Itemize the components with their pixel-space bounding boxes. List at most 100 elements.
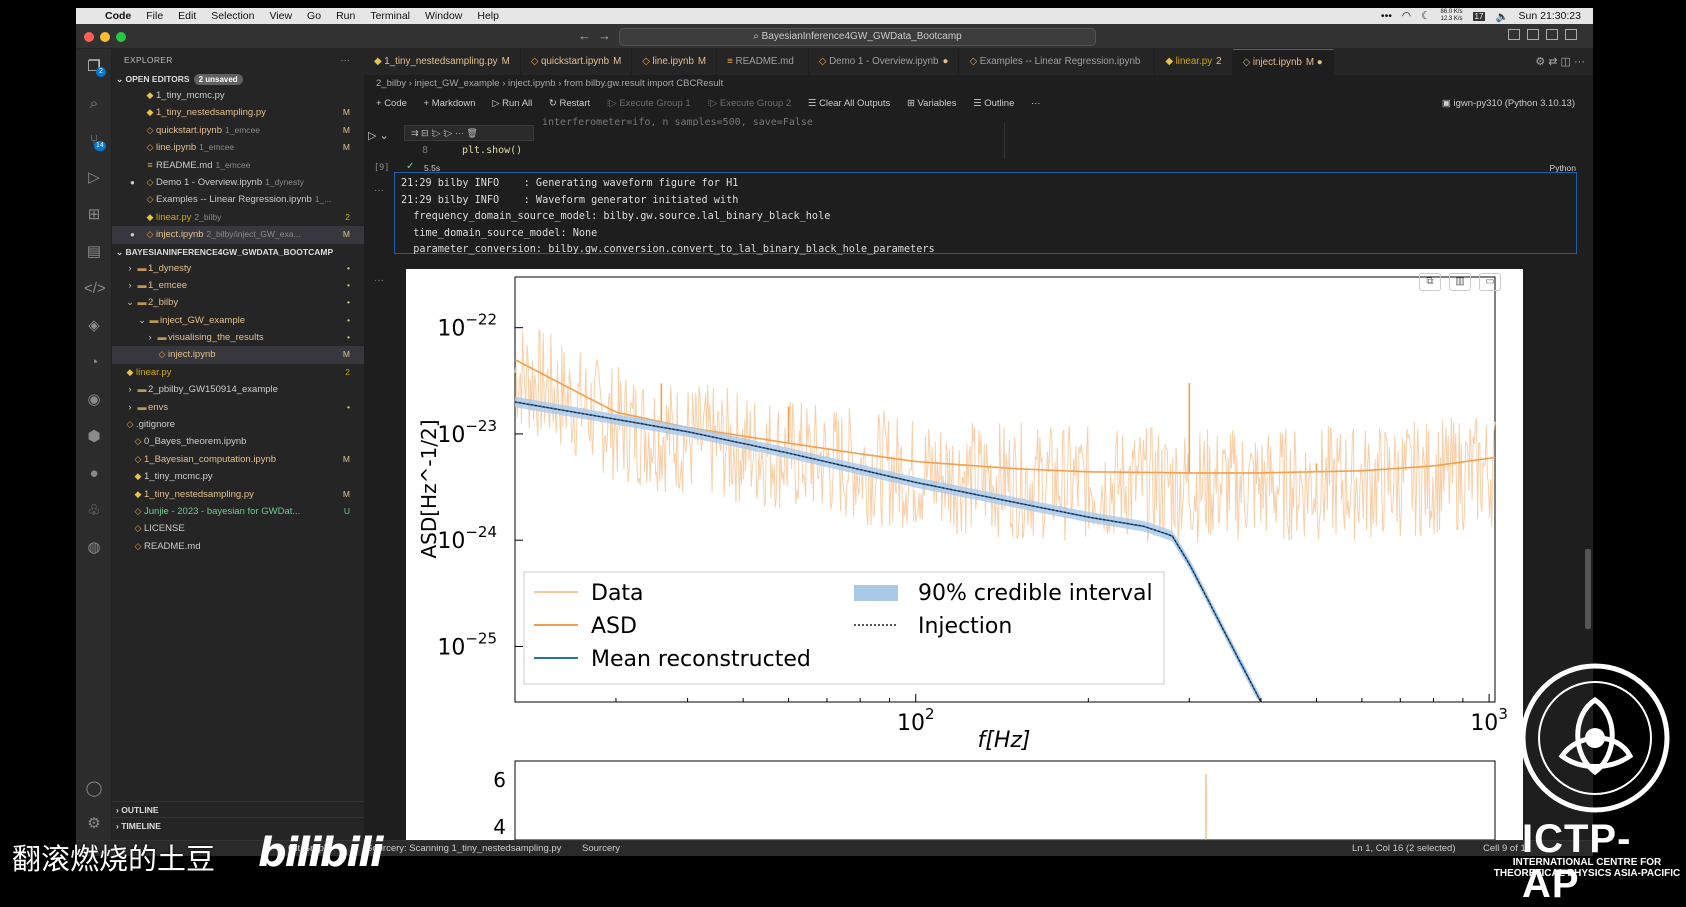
back-arrow-icon[interactable]: ← [578, 28, 591, 43]
tree-item[interactable]: › ▬ 1_emcee • [112, 277, 364, 294]
menu-go[interactable]: Go [307, 10, 321, 22]
tree-item[interactable]: ⌄ ▬ 2_bilby • [112, 294, 364, 311]
close-window-button[interactable] [84, 32, 94, 42]
add-code-button[interactable]: + Code [376, 98, 407, 109]
status-sourcery-scan[interactable]: Sourcery: Scanning 1_tiny_nestedsampling… [366, 841, 561, 856]
open-editor-item[interactable]: ◇ Demo 1 - Overview.ipynb 1_dynesty ● [112, 174, 364, 191]
menu-edit[interactable]: Edit [178, 10, 196, 22]
tree-item[interactable]: ◇ 1_Bayesian_computation.ipynb M [112, 451, 364, 468]
breadcrumb-subfolder[interactable]: inject_GW_example [415, 78, 500, 89]
run-all-button[interactable]: ▷ Run All [492, 98, 532, 109]
kernel-picker[interactable]: ▣ igwn-py310 (Python 3.10.13) [1442, 93, 1575, 115]
editor-tab[interactable]: ◆ 1_tiny_nestedsampling.py M [364, 49, 521, 75]
output-more-icon-2[interactable]: ··· [374, 275, 384, 286]
editor-tab[interactable]: ◇ inject.ipynb M ● [1232, 49, 1334, 75]
timeline-icon[interactable]: ◔ [84, 353, 104, 373]
menu-selection[interactable]: Selection [211, 10, 254, 22]
breadcrumb-file[interactable]: inject.ipynb [508, 78, 556, 89]
hexagon-icon[interactable]: ⬢ [84, 427, 104, 447]
code-cell[interactable]: ▷ ⌄ ⇉ ⊟ ⁞▷ ⁞▷ ··· 🗑 interferometer=ifo, … [368, 117, 1576, 173]
menu-run[interactable]: Run [336, 10, 355, 22]
tree-item[interactable]: › ▬ envs • [112, 399, 364, 416]
tree-item[interactable]: ◆ linear.py 2 [112, 364, 364, 381]
git-graph-icon[interactable]: ◉ [84, 390, 104, 410]
open-editor-item[interactable]: ◆ 1_tiny_nestedsampling.py M [112, 104, 364, 121]
forward-arrow-icon[interactable]: → [598, 28, 611, 43]
menu-help[interactable]: Help [477, 10, 499, 22]
customize-layout-icon[interactable] [1565, 29, 1577, 40]
editor-tab[interactable]: ◇ Examples -- Linear Regression.ipynb [959, 49, 1156, 75]
open-editor-item[interactable]: ◆ linear.py 2_bilby 2 [112, 209, 364, 226]
volume-icon[interactable]: 🔈 [1495, 10, 1508, 23]
settings-icon[interactable]: ⚙ [1535, 56, 1545, 68]
open-editor-item[interactable]: ≡ README.md 1_emcee [112, 157, 364, 174]
add-markdown-button[interactable]: + Markdown [424, 98, 476, 109]
editor-tab[interactable]: ≡ README.md [717, 49, 809, 75]
save-image-icon[interactable]: ▭ [1479, 273, 1501, 291]
copy-icon[interactable]: ⧉ [1419, 273, 1441, 291]
editor-scrollbar[interactable] [1585, 549, 1591, 629]
output-more-icon[interactable]: ··· [374, 185, 384, 196]
outline-section[interactable]: › OUTLINE [112, 801, 364, 817]
editor-tab[interactable]: ◇ line.ipynb M [632, 49, 718, 75]
tree-item[interactable]: ⌄ ▬ inject_GW_example • [112, 312, 364, 329]
breadcrumb-symbol[interactable]: from bilby.gw.result import CBCResult [564, 78, 723, 89]
search-icon[interactable]: ⌕ [84, 94, 104, 114]
editor-tab[interactable]: ◇ quickstart.ipynb M [521, 49, 633, 75]
clear-outputs-button[interactable]: ☰ Clear All Outputs [808, 98, 890, 109]
layout-secondary-icon[interactable] [1546, 29, 1558, 40]
notebook-icon[interactable]: ▤ [84, 242, 104, 262]
calendar-badge[interactable]: 17 [1472, 11, 1486, 21]
tree-item[interactable]: ◇ README.md [112, 538, 364, 555]
bulb-icon[interactable]: ♧ [84, 501, 104, 521]
command-center-search[interactable]: ⌕ BayesianInference4GW_GWData_Bootcamp [619, 28, 1096, 46]
clock[interactable]: Sun 21:30:23 [1519, 10, 1581, 22]
tree-item[interactable]: › ▬ visualising_the_results • [112, 329, 364, 346]
code-icon[interactable]: </> [84, 279, 106, 299]
wifi-icon[interactable]: ◠ [1402, 10, 1411, 22]
tree-item[interactable]: › ▬ 1_dynesty • [112, 260, 364, 277]
execute-group2-button[interactable]: ⁞▷ Execute Group 2 [707, 98, 791, 109]
split-editor-icon[interactable]: ◫ [1561, 56, 1571, 68]
open-editors-header[interactable]: ⌄ OPEN EDITORS 2 unsaved [112, 71, 364, 87]
menu-terminal[interactable]: Terminal [370, 10, 410, 22]
open-editor-item[interactable]: ◇ inject.ipynb 2_bilby/inject_GW_exa... M ● [112, 226, 364, 244]
run-cell-icon[interactable]: ▷ ⌄ [368, 129, 389, 142]
account-icon[interactable]: ◯ [84, 779, 104, 799]
execute-group1-button[interactable]: ⁞▷ Execute Group 1 [607, 98, 691, 109]
tree-item[interactable]: ◇ Junjie - 2023 - bayesian for GWDat... U [112, 503, 364, 520]
manage-gear-icon[interactable]: ⚙ [84, 814, 104, 834]
unsaved-dot-icon[interactable]: ● [130, 226, 135, 243]
explorer-icon[interactable]: ❐ 2 [84, 57, 106, 77]
moon-icon[interactable]: ☾ [1421, 10, 1430, 22]
menu-app[interactable]: Code [105, 10, 131, 22]
restart-button[interactable]: ↻ Restart [549, 98, 590, 109]
status-cursor-position[interactable]: Ln 1, Col 16 (2 selected) [1352, 841, 1456, 856]
variables-button[interactable]: ⊞ Variables [907, 98, 957, 109]
layout-sidebar-icon[interactable] [1508, 29, 1520, 40]
more-icon[interactable]: ••• [1381, 10, 1392, 22]
tree-item[interactable]: ◇ .gitignore [112, 416, 364, 433]
tree-item[interactable]: ◆ 1_tiny_nestedsampling.py M [112, 486, 364, 503]
unsaved-dot-icon[interactable]: ● [130, 174, 135, 191]
editor-tab[interactable]: ◇ Demo 1 - Overview.ipynb ● [809, 49, 960, 75]
menu-view[interactable]: View [269, 10, 292, 22]
tab-more-icon[interactable]: ··· [1574, 56, 1585, 68]
open-viewer-icon[interactable]: ▥ [1449, 273, 1471, 291]
tree-item[interactable]: ◆ 1_tiny_mcmc.py [112, 468, 364, 485]
github-icon[interactable]: ● [84, 464, 104, 484]
open-editor-item[interactable]: ◇ Examples -- Linear Regression.ipynb 1_..… [112, 191, 364, 208]
explorer-more-icon[interactable]: ··· [341, 49, 350, 71]
status-sourcery[interactable]: Sourcery [582, 841, 620, 856]
breadcrumb-folder[interactable]: 2_bilby [376, 78, 406, 89]
tree-item[interactable]: ◇ LICENSE [112, 520, 364, 537]
menu-window[interactable]: Window [425, 10, 462, 22]
tree-item[interactable]: ◇ 0_Bayes_theorem.ipynb [112, 433, 364, 450]
python-icon[interactable]: ◈ [84, 316, 104, 336]
extensions-icon[interactable]: ⊞ [84, 205, 104, 225]
editor-tab[interactable]: ◆ linear.py 2 [1155, 49, 1233, 75]
menu-file[interactable]: File [146, 10, 163, 22]
compare-icon[interactable]: ⇄ [1548, 56, 1557, 68]
tree-item[interactable]: › ▬ 2_pbilby_GW150914_example [112, 381, 364, 398]
project-header[interactable]: ⌄ BAYESIANINFERENCE4GW_GWDATA_BOOTCAMP [112, 244, 364, 260]
